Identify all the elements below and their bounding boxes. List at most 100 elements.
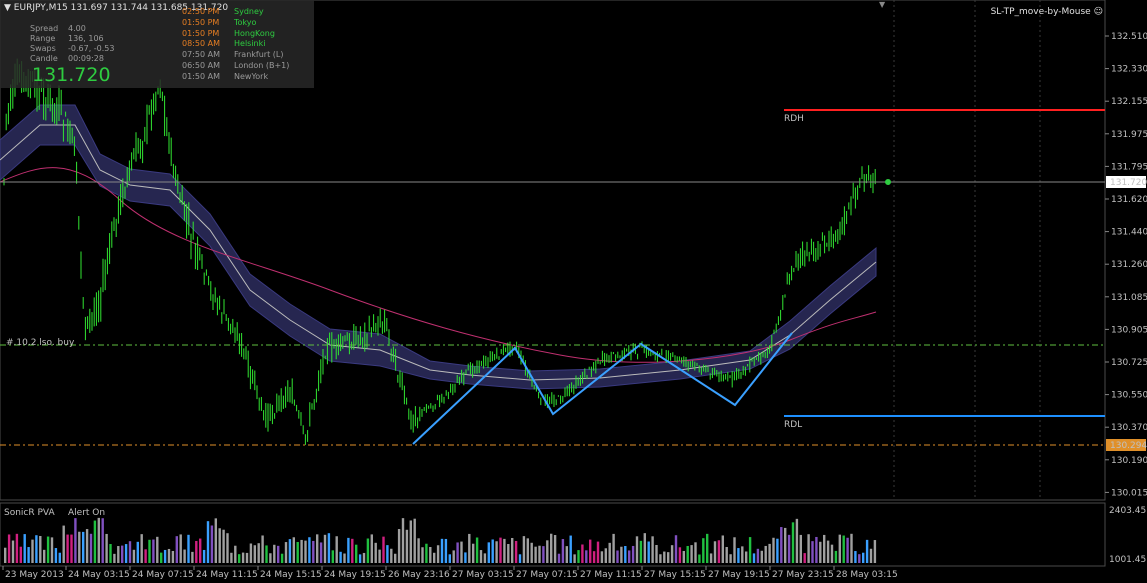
volume-bar: [846, 537, 849, 563]
volume-bar: [444, 538, 448, 563]
time-axis: 23 May 2013 24 May 03:15 24 May 07:15 24 Ma…: [2, 566, 898, 580]
volume-bar: [187, 534, 190, 563]
time-tick: 24 May 19:15: [324, 570, 386, 580]
price-tick: 131.440: [1111, 228, 1147, 238]
volume-bar: [136, 541, 139, 563]
price-tick: 130.905: [1111, 325, 1147, 335]
volume-bar: [144, 549, 147, 563]
volume-bar: [202, 549, 206, 563]
volume-bar: [725, 547, 728, 563]
volume-bar: [152, 539, 155, 563]
buy-order-label[interactable]: #.10.2 lso. buy: [6, 338, 75, 348]
volume-bar: [238, 554, 241, 563]
volume-bar: [261, 535, 264, 563]
volume-bar: [74, 518, 77, 563]
volume-bar: [358, 554, 362, 563]
stats-block: Spread 4.00 Range 136, 106 Swaps -0.67, -0.53…: [30, 24, 114, 64]
price-tick: 130.725: [1111, 358, 1147, 368]
volume-bar: [11, 540, 15, 563]
rdh-label: RDH: [784, 114, 804, 124]
volume-bar: [156, 536, 159, 563]
volume-bar: [495, 541, 498, 563]
volume-bar: [811, 541, 814, 563]
volume-bar: [214, 518, 217, 563]
volume-bar: [620, 546, 623, 563]
volume-bar: [448, 554, 451, 563]
volume-bar: [534, 546, 537, 563]
volume-bar: [89, 533, 93, 563]
volume-bar: [745, 551, 748, 563]
volume-bar: [807, 534, 810, 563]
volume-bar: [386, 545, 389, 563]
volume-bar: [335, 536, 338, 563]
volume-bar: [304, 540, 307, 563]
volume-bar: [218, 528, 221, 563]
volume-bar: [433, 552, 436, 563]
time-tick: 27 May 15:15: [644, 570, 706, 580]
volume-bar: [737, 548, 740, 563]
volume-bar: [592, 551, 596, 563]
volume-bar: [795, 518, 799, 563]
volume-bar: [858, 554, 861, 563]
volume-bar: [257, 543, 260, 563]
volume-bar: [667, 552, 670, 563]
volume-bar: [265, 545, 268, 563]
volume-bar: [608, 542, 611, 563]
volume-bar: [698, 554, 701, 563]
volume-bar: [573, 554, 576, 563]
stat-row: Range 136, 106: [30, 34, 104, 43]
volume-bar: [128, 541, 132, 563]
price-dot: [885, 179, 891, 185]
volume-bar: [46, 536, 50, 563]
volume-bar: [776, 538, 779, 563]
volume-bar: [596, 541, 600, 563]
volume-bar: [280, 553, 284, 563]
volume-bar: [288, 539, 292, 563]
volume-bar: [499, 537, 502, 563]
volume-bar: [569, 535, 572, 563]
volume-bar: [557, 553, 561, 563]
volume-bar: [690, 545, 693, 563]
volume-bar: [799, 534, 802, 563]
session-row: 02:50 PM Sydney: [182, 7, 264, 16]
volume-bar: [327, 533, 331, 563]
volume-bar: [440, 538, 444, 563]
volume-bar: [62, 525, 65, 563]
volume-bar: [105, 533, 108, 563]
price-tick: 131.975: [1111, 130, 1147, 140]
volume-bar: [475, 537, 479, 563]
volume-bar: [7, 534, 11, 563]
volume-bar: [748, 537, 752, 563]
volume-bar: [54, 548, 58, 563]
shift-marker-icon[interactable]: ▼: [879, 0, 885, 9]
time-tick: 24 May 07:15: [132, 570, 194, 580]
time-tick: 26 May 23:16: [388, 570, 450, 580]
volume-bar: [873, 540, 877, 563]
sub-window-title: SonicR PVA: [4, 508, 55, 518]
volume-bar: [23, 534, 26, 563]
volume-bar: [787, 534, 791, 563]
collapse-arrow-icon[interactable]: ▼: [4, 3, 11, 13]
volume-bar: [686, 545, 689, 563]
volume-bar: [612, 533, 615, 563]
time-tick: 23 May 2013: [5, 570, 64, 580]
stat-row: Spread 4.00: [30, 24, 86, 33]
volume-bar: [179, 534, 182, 563]
volume-bar: [319, 542, 323, 563]
volume-bar: [351, 538, 354, 563]
volume-bar: [491, 539, 494, 563]
price-tick: 132.155: [1111, 97, 1147, 107]
volume-bar: [245, 552, 249, 563]
volume-bar: [50, 537, 54, 563]
volume-bar: [815, 536, 818, 563]
volume-bar: [132, 549, 136, 563]
volume-bar: [226, 533, 229, 563]
volume-bar: [343, 553, 346, 563]
volume-bar: [347, 537, 350, 563]
volume-bar: [518, 554, 522, 563]
volume-bar: [66, 534, 69, 563]
price-tick: 130.190: [1111, 456, 1147, 466]
volume-bar: [253, 545, 256, 563]
volume-bar: [401, 518, 405, 563]
volume-bar: [230, 552, 233, 563]
